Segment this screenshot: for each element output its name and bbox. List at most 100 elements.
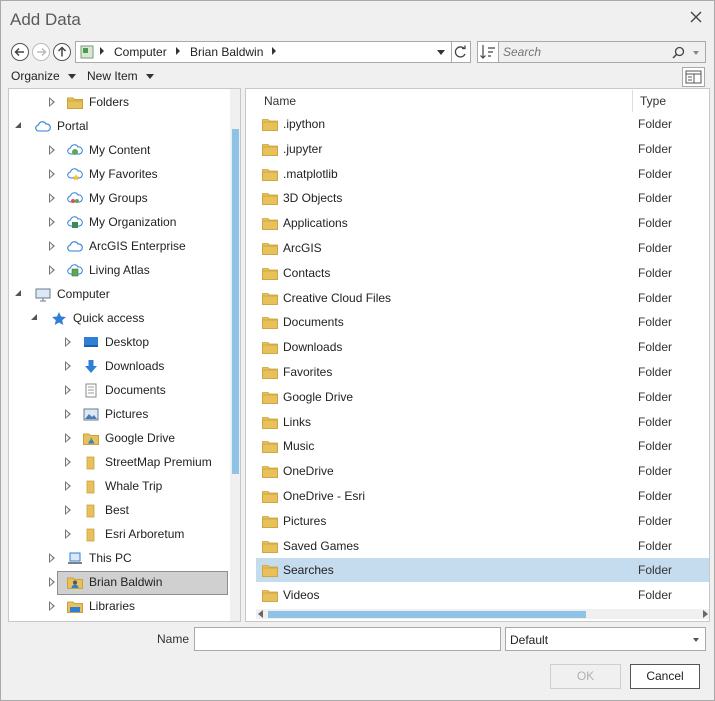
tree-item-my-groups[interactable]: My Groups (9, 187, 230, 209)
close-icon[interactable] (688, 9, 704, 25)
file-type: Folder (638, 241, 673, 255)
file-row[interactable]: Pictures Folder (256, 509, 709, 533)
file-row[interactable]: Videos Folder (256, 583, 709, 607)
horizontal-scrollbar-thumb[interactable] (268, 611, 586, 618)
back-icon[interactable] (11, 43, 29, 61)
scroll-right-icon[interactable] (703, 610, 708, 618)
file-row[interactable]: Favorites Folder (256, 360, 709, 384)
organize-menu[interactable]: Organize (11, 69, 76, 83)
folder-icon (83, 527, 99, 542)
tree-item-folders[interactable]: Folders (9, 91, 230, 113)
file-type: Folder (638, 290, 673, 305)
file-row[interactable]: OneDrive - Esri Folder (256, 484, 709, 508)
filter-select[interactable]: Default (505, 627, 706, 651)
file-row[interactable]: Links Folder (256, 410, 709, 434)
tree-item-living-atlas[interactable]: Living Atlas (9, 259, 230, 281)
expand-open-icon[interactable] (31, 314, 37, 320)
refresh-button[interactable] (452, 41, 471, 63)
cancel-button[interactable]: Cancel (630, 664, 700, 689)
folder-icon (262, 589, 278, 603)
address-dropdown-icon[interactable] (437, 50, 445, 55)
file-type: Folder (638, 117, 673, 131)
scroll-left-icon[interactable] (258, 610, 263, 618)
tree-item-pictures[interactable]: Pictures (9, 403, 230, 425)
tree-item-best[interactable]: Best (9, 499, 230, 521)
file-name: .matplotlib (283, 166, 338, 181)
folder-icon (262, 465, 278, 479)
up-icon[interactable] (53, 43, 71, 61)
file-row[interactable]: Documents Folder (256, 310, 709, 334)
search-input[interactable] (503, 44, 663, 60)
search-options-dropdown-icon[interactable] (693, 51, 699, 55)
dialog-title: Add Data (10, 10, 81, 29)
tree-item-streetmap-premium[interactable]: StreetMap Premium (9, 451, 230, 473)
folder-icon (262, 564, 278, 578)
file-type: Folder (638, 538, 673, 553)
expand-closed-inner-icon (66, 483, 69, 489)
tree-item-label: Pictures (105, 407, 149, 421)
tree-item-google-drive[interactable]: Google Drive (9, 427, 230, 449)
tree-item-whale-trip[interactable]: Whale Trip (9, 475, 230, 497)
tree-item-computer[interactable]: Computer (9, 283, 230, 305)
view-toggle-button[interactable] (682, 67, 705, 87)
tree-item-brian-baldwin[interactable]: Brian Baldwin (9, 571, 230, 595)
sort-icon (480, 45, 495, 59)
horizontal-scrollbar[interactable] (256, 609, 709, 619)
file-row[interactable]: Creative Cloud Files Folder (256, 286, 709, 310)
file-row[interactable]: Applications Folder (256, 211, 709, 235)
breadcrumb-computer[interactable]: Computer (114, 45, 167, 59)
file-name: Music (283, 439, 315, 454)
tree-item-documents[interactable]: Documents (9, 379, 230, 401)
expand-open-icon[interactable] (15, 122, 21, 128)
sort-button[interactable] (477, 41, 499, 63)
tree-item-downloads[interactable]: Downloads (9, 355, 230, 377)
file-row[interactable]: Music Folder (256, 434, 709, 458)
name-input[interactable] (194, 627, 501, 651)
file-row[interactable]: ArcGIS Folder (256, 236, 709, 260)
file-row[interactable]: Contacts Folder (256, 261, 709, 285)
file-row[interactable]: Downloads Folder (256, 335, 709, 359)
expand-closed-inner-icon (66, 507, 69, 513)
user-folder-icon (67, 575, 83, 590)
file-row[interactable]: .jupyter Folder (256, 137, 709, 161)
folder-icon (262, 391, 278, 404)
expand-closed-inner-icon (50, 171, 53, 177)
file-row[interactable]: .ipython Folder (256, 112, 709, 136)
tree-item-my-favorites[interactable]: My Favorites (9, 163, 230, 185)
tree-item-arcgis-enterprise[interactable]: ArcGIS Enterprise (9, 235, 230, 257)
tree-item-quick-access[interactable]: Quick access (9, 307, 230, 329)
tree-item-this-pc[interactable]: This PC (9, 547, 230, 569)
file-row[interactable]: .matplotlib Folder (256, 162, 709, 186)
tree-item-desktop[interactable]: Desktop (9, 331, 230, 353)
folder-icon (262, 515, 278, 528)
new-item-menu[interactable]: New Item (87, 69, 154, 83)
tree-item-label: Brian Baldwin (89, 575, 163, 589)
breadcrumb-brian-baldwin[interactable]: Brian Baldwin (190, 45, 263, 59)
ok-button[interactable]: OK (550, 664, 621, 689)
tree-item-my-content[interactable]: My Content (9, 139, 230, 161)
column-header-name[interactable]: Name (264, 94, 296, 108)
file-row[interactable]: OneDrive Folder (256, 459, 709, 483)
folder-icon (262, 267, 278, 280)
file-row[interactable]: Google Drive Folder (256, 385, 709, 409)
file-row[interactable]: Saved Games Folder (256, 534, 709, 558)
forward-icon[interactable] (32, 43, 50, 61)
tree-item-libraries[interactable]: Libraries (9, 595, 230, 617)
address-bar[interactable]: Computer Brian Baldwin (75, 41, 452, 63)
expand-open-icon[interactable] (15, 290, 21, 296)
tree-scrollbar-thumb[interactable] (232, 129, 239, 474)
my-organization-icon (67, 215, 83, 230)
tree-item-label: Downloads (105, 359, 165, 373)
tree-item-label: ArcGIS Enterprise (89, 239, 186, 253)
tree-vertical-scrollbar[interactable] (230, 89, 240, 621)
file-row[interactable]: 3D Objects Folder (256, 186, 709, 210)
tree-item-my-organization[interactable]: My Organization (9, 211, 230, 233)
column-header-type[interactable]: Type (640, 94, 666, 108)
tree-item-label: Google Drive (105, 431, 176, 445)
column-divider[interactable] (632, 90, 633, 112)
search-icon[interactable] (672, 46, 685, 62)
tree-item-esri-arboretum[interactable]: Esri Arboretum (9, 523, 230, 545)
file-row[interactable]: Searches Folder (256, 558, 709, 583)
tree-item-portal[interactable]: Portal (9, 115, 230, 137)
search-box[interactable] (499, 41, 706, 63)
